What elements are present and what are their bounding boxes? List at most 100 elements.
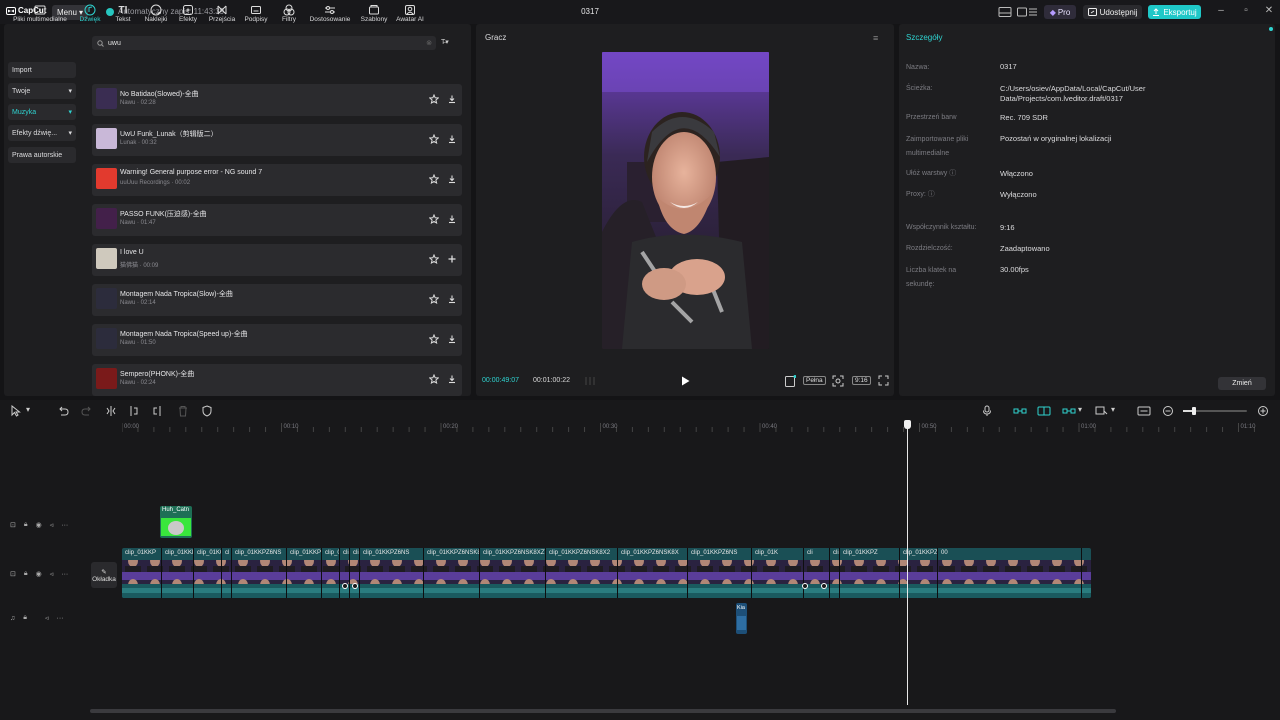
download-icon[interactable]: [447, 334, 457, 344]
lock-icon[interactable]: 🔒︎: [23, 614, 27, 622]
shortcuts-icon[interactable]: [1017, 6, 1027, 18]
undo-icon[interactable]: [57, 405, 69, 417]
tiktok-preview-icon[interactable]: [785, 375, 796, 387]
split-left-icon[interactable]: [127, 405, 139, 417]
preview-axis-icon[interactable]: [1095, 405, 1109, 417]
video-clip[interactable]: cli: [804, 548, 830, 598]
video-clip[interactable]: 00: [938, 548, 1082, 598]
shield-icon[interactable]: [201, 405, 213, 417]
snapshot-icon[interactable]: [832, 375, 844, 387]
star-icon[interactable]: [429, 294, 439, 304]
video-clip[interactable]: clip_01KKPZ: [840, 548, 900, 598]
cover-button[interactable]: ✎ Okładka: [91, 562, 117, 588]
tab-filters[interactable]: Filtry: [278, 4, 300, 28]
video-clip[interactable]: clip_01KKPZ6NS: [360, 548, 424, 598]
horizontal-scrollbar[interactable]: [90, 709, 1116, 713]
change-button[interactable]: Zmień: [1218, 377, 1266, 390]
more-icon[interactable]: ···: [61, 522, 68, 529]
star-icon[interactable]: [429, 254, 439, 264]
speaker-icon[interactable]: ◃: [45, 614, 49, 622]
download-icon[interactable]: [447, 174, 457, 184]
eye-icon[interactable]: ◉: [36, 521, 42, 529]
star-icon[interactable]: [429, 174, 439, 184]
tab-transitions[interactable]: Przejścia: [207, 4, 237, 28]
video-clip[interactable]: clip_01KKPZ6NS: [688, 548, 752, 598]
download-icon[interactable]: [447, 294, 457, 304]
list-item[interactable]: Warning! General purpose error - NG soun…: [92, 164, 462, 196]
share-button[interactable]: Udostępnij: [1083, 5, 1142, 19]
sidebar-item-import[interactable]: Import: [8, 62, 76, 78]
tab-audio[interactable]: Dźwięk: [76, 4, 104, 28]
transition-marker[interactable]: [802, 583, 808, 589]
list-item[interactable]: No Batidao(Slowed)-全曲 Nawu · 02:28: [92, 84, 462, 116]
clear-search-icon[interactable]: ⊗: [426, 39, 432, 47]
list-item[interactable]: UwU Funk_Lunak（剪辑版二） Lunak · 00:32: [92, 124, 462, 156]
video-clip[interactable]: clip_01KKPZ6NSK8: [350, 548, 360, 598]
speaker-icon[interactable]: ◃: [50, 570, 54, 578]
magnet-icon[interactable]: [1037, 405, 1051, 417]
sidebar-item-yours[interactable]: Twoje ▾: [8, 83, 76, 99]
chevron-down-icon[interactable]: ▾: [1078, 405, 1090, 417]
star-icon[interactable]: [429, 94, 439, 104]
eye-icon[interactable]: ◉: [36, 570, 42, 578]
info-icon[interactable]: ⓘ: [928, 191, 935, 198]
list-item[interactable]: Montagem Nada Tropica(Speed up)-全曲 Nawu ·…: [92, 324, 462, 356]
list-item[interactable]: PASSO FUNK(压迫感)-全曲 Nawu · 01:47: [92, 204, 462, 236]
tab-stickers[interactable]: Naklejki: [141, 4, 171, 28]
video-clip[interactable]: clip_01KKPZ6NSK8X: [618, 548, 688, 598]
video-clip[interactable]: cli: [340, 548, 350, 598]
video-clip[interactable]: clip_01KKPZ6NSK8X2: [546, 548, 618, 598]
zoom-in-icon[interactable]: [1257, 405, 1269, 417]
tab-media[interactable]: Pliki multimedialne: [8, 4, 72, 28]
sort-filter-icon[interactable]: T̶▾: [441, 38, 461, 48]
sidebar-item-sound-effects[interactable]: Efekty dźwię... ▾: [8, 125, 76, 141]
lock-icon[interactable]: 🔒︎: [24, 521, 28, 529]
transition-marker[interactable]: [821, 583, 827, 589]
transition-marker[interactable]: [352, 583, 358, 589]
more-icon[interactable]: ···: [57, 615, 64, 622]
add-icon[interactable]: [447, 254, 457, 264]
list-item[interactable]: Montagem Nada Tropica(Slow)-全曲 Nawu · 02:…: [92, 284, 462, 316]
split-icon[interactable]: [105, 405, 117, 417]
video-clip[interactable]: clip_01KKP: [287, 548, 322, 598]
download-icon[interactable]: [447, 374, 457, 384]
video-clip[interactable]: clip_01KKPZ6NS: [830, 548, 840, 598]
more-icon[interactable]: ···: [61, 571, 68, 578]
download-icon[interactable]: [447, 94, 457, 104]
playhead-handle[interactable]: [904, 420, 911, 429]
delete-icon[interactable]: [177, 405, 189, 417]
maximize-icon[interactable]: ▫: [1241, 6, 1251, 16]
timeline-grid-icon[interactable]: [584, 376, 598, 386]
audio-clip[interactable]: Kia: [736, 603, 747, 634]
player-menu-icon[interactable]: ≡: [873, 33, 878, 43]
video-clip[interactable]: clip_01KKl: [162, 548, 194, 598]
list-item[interactable]: I love U 猫佛猫 · 00:09: [92, 244, 462, 276]
split-right-icon[interactable]: [152, 405, 164, 417]
tab-ai-avatar[interactable]: Awatar AI: [393, 4, 427, 28]
video-clip[interactable]: clip_0: [322, 548, 340, 598]
main-video-track[interactable]: clip_01KKP clip_01KKl clip_01K0 cl clip_01KK…: [122, 548, 1091, 598]
transition-marker[interactable]: [342, 583, 348, 589]
video-clip[interactable]: cl: [222, 548, 232, 598]
layout-icon[interactable]: [998, 6, 1012, 18]
download-icon[interactable]: [447, 134, 457, 144]
chevron-down-icon[interactable]: ▾: [26, 405, 38, 417]
star-icon[interactable]: [429, 134, 439, 144]
sticker-clip[interactable]: Huh_Catn: [160, 506, 192, 538]
full-quality-button[interactable]: Pełna: [803, 376, 826, 385]
export-button[interactable]: Eksportuj: [1148, 5, 1201, 19]
close-icon[interactable]: ✕: [1264, 6, 1274, 16]
tab-effects[interactable]: Efekty: [176, 4, 200, 28]
redo-icon[interactable]: [81, 405, 93, 417]
fullscreen-icon[interactable]: [878, 375, 889, 386]
playhead[interactable]: [907, 420, 908, 705]
select-tool-icon[interactable]: [10, 405, 22, 417]
zoom-out-icon[interactable]: [1162, 405, 1174, 417]
video-clip[interactable]: clip_01K: [752, 548, 804, 598]
aspect-ratio-button[interactable]: 9:16: [852, 376, 871, 385]
play-icon[interactable]: [681, 376, 690, 386]
tab-templates[interactable]: Szablony: [358, 4, 390, 28]
speaker-icon[interactable]: ◃: [50, 521, 54, 529]
microphone-icon[interactable]: [981, 405, 993, 417]
star-icon[interactable]: [429, 214, 439, 224]
